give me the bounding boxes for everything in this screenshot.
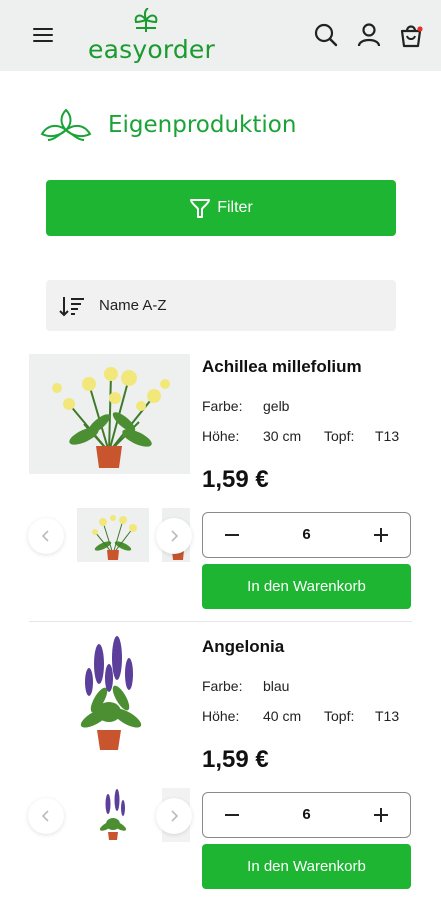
- logo-text: easyorder: [88, 35, 215, 64]
- sort-label: Name A-Z: [99, 297, 167, 314]
- height-label: Höhe:: [202, 428, 240, 444]
- quantity-stepper: 6: [202, 512, 411, 558]
- chevron-left-icon: [41, 810, 49, 822]
- filter-button-label: Filter: [217, 199, 253, 216]
- leaf-logo-icon: [40, 108, 92, 141]
- product-thumbnail[interactable]: [77, 788, 149, 842]
- category-header: Eigenproduktion: [38, 106, 418, 146]
- logo[interactable]: easyorder: [88, 8, 215, 64]
- pot-label: Topf:: [324, 708, 355, 724]
- height-value: 40 cm: [263, 708, 302, 724]
- product-thumbnail[interactable]: [77, 508, 149, 562]
- menu-icon[interactable]: [33, 26, 55, 44]
- plus-icon[interactable]: [369, 803, 393, 827]
- thumb-prev-button[interactable]: [28, 518, 64, 554]
- cart-icon[interactable]: [398, 22, 424, 48]
- color-value: gelb: [263, 398, 290, 414]
- page-title: Eigenproduktion: [108, 112, 297, 138]
- pot-value: T13: [375, 708, 400, 724]
- color-label: Farbe:: [202, 398, 243, 414]
- height-label: Höhe:: [202, 708, 240, 724]
- thumb-prev-button[interactable]: [28, 798, 64, 834]
- product-price: 1,59 €: [202, 746, 269, 773]
- color-label: Farbe:: [202, 678, 243, 694]
- sort-select[interactable]: Name A-Z: [46, 280, 396, 331]
- chevron-right-icon: [171, 530, 179, 542]
- quantity-stepper: 6: [202, 792, 411, 838]
- product-image[interactable]: [29, 634, 190, 754]
- logo-plant-icon: [134, 8, 158, 32]
- product-price: 1,59 €: [202, 466, 269, 493]
- product-name[interactable]: Achillea millefolium: [202, 357, 362, 377]
- thumb-next-button[interactable]: [156, 518, 192, 554]
- plus-icon[interactable]: [369, 523, 393, 547]
- product-image[interactable]: [29, 354, 190, 474]
- product-name[interactable]: Angelonia: [202, 637, 284, 657]
- chevron-left-icon: [41, 530, 49, 542]
- add-to-cart-button[interactable]: In den Warenkorb: [202, 564, 411, 609]
- height-value: 30 cm: [263, 428, 302, 444]
- search-icon[interactable]: [313, 22, 339, 48]
- add-to-cart-button[interactable]: In den Warenkorb: [202, 844, 411, 889]
- divider: [29, 621, 412, 622]
- filter-button[interactable]: Filter: [46, 180, 396, 236]
- user-icon[interactable]: [356, 22, 382, 48]
- pot-value: T13: [375, 428, 400, 444]
- top-header: easyorder: [0, 0, 441, 71]
- sort-icon: [59, 296, 84, 316]
- thumb-next-button[interactable]: [156, 798, 192, 834]
- color-value: blau: [263, 678, 290, 694]
- filter-icon: [190, 199, 211, 218]
- chevron-right-icon: [171, 810, 179, 822]
- pot-label: Topf:: [324, 428, 355, 444]
